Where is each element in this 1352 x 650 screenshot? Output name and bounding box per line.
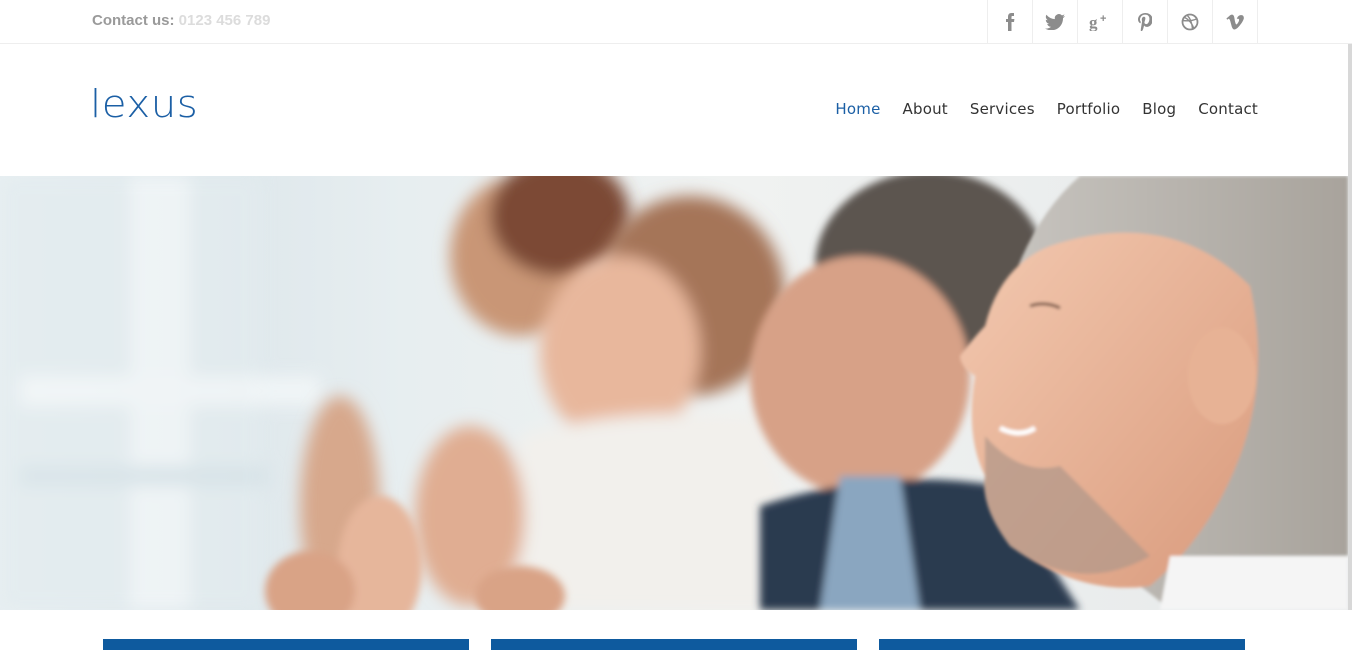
- feature-box-1[interactable]: [103, 639, 469, 650]
- vimeo-icon[interactable]: [1213, 0, 1258, 44]
- main-nav: Home About Services Portfolio Blog Conta…: [835, 100, 1258, 118]
- feature-box-2[interactable]: [491, 639, 857, 650]
- top-bar: Contact us: 0123 456 789 g +: [0, 0, 1352, 44]
- hero-banner: [0, 176, 1348, 610]
- nav-blog[interactable]: Blog: [1142, 100, 1176, 118]
- people-applauding-photo: [0, 176, 1348, 610]
- feature-boxes: [0, 610, 1352, 650]
- social-links: g +: [987, 0, 1258, 44]
- dribbble-icon[interactable]: [1168, 0, 1213, 44]
- twitter-icon[interactable]: [1033, 0, 1078, 44]
- nav-about[interactable]: About: [903, 100, 948, 118]
- logo[interactable]: lexus: [90, 82, 198, 126]
- svg-text:+: +: [1100, 13, 1106, 25]
- contact-label: Contact us:: [92, 12, 175, 29]
- scrollbar[interactable]: [1348, 44, 1352, 610]
- pinterest-icon[interactable]: [1123, 0, 1168, 44]
- nav-portfolio[interactable]: Portfolio: [1057, 100, 1121, 118]
- contact-info: Contact us: 0123 456 789: [92, 12, 270, 29]
- site-header: lexus Home About Services Portfolio Blog…: [0, 44, 1352, 176]
- google-plus-icon[interactable]: g +: [1078, 0, 1123, 44]
- facebook-icon[interactable]: [988, 0, 1033, 44]
- nav-contact[interactable]: Contact: [1198, 100, 1258, 118]
- feature-box-3[interactable]: [879, 639, 1245, 650]
- contact-phone[interactable]: 0123 456 789: [179, 12, 271, 29]
- nav-services[interactable]: Services: [970, 100, 1035, 118]
- nav-home[interactable]: Home: [835, 100, 880, 118]
- svg-text:g: g: [1089, 13, 1098, 31]
